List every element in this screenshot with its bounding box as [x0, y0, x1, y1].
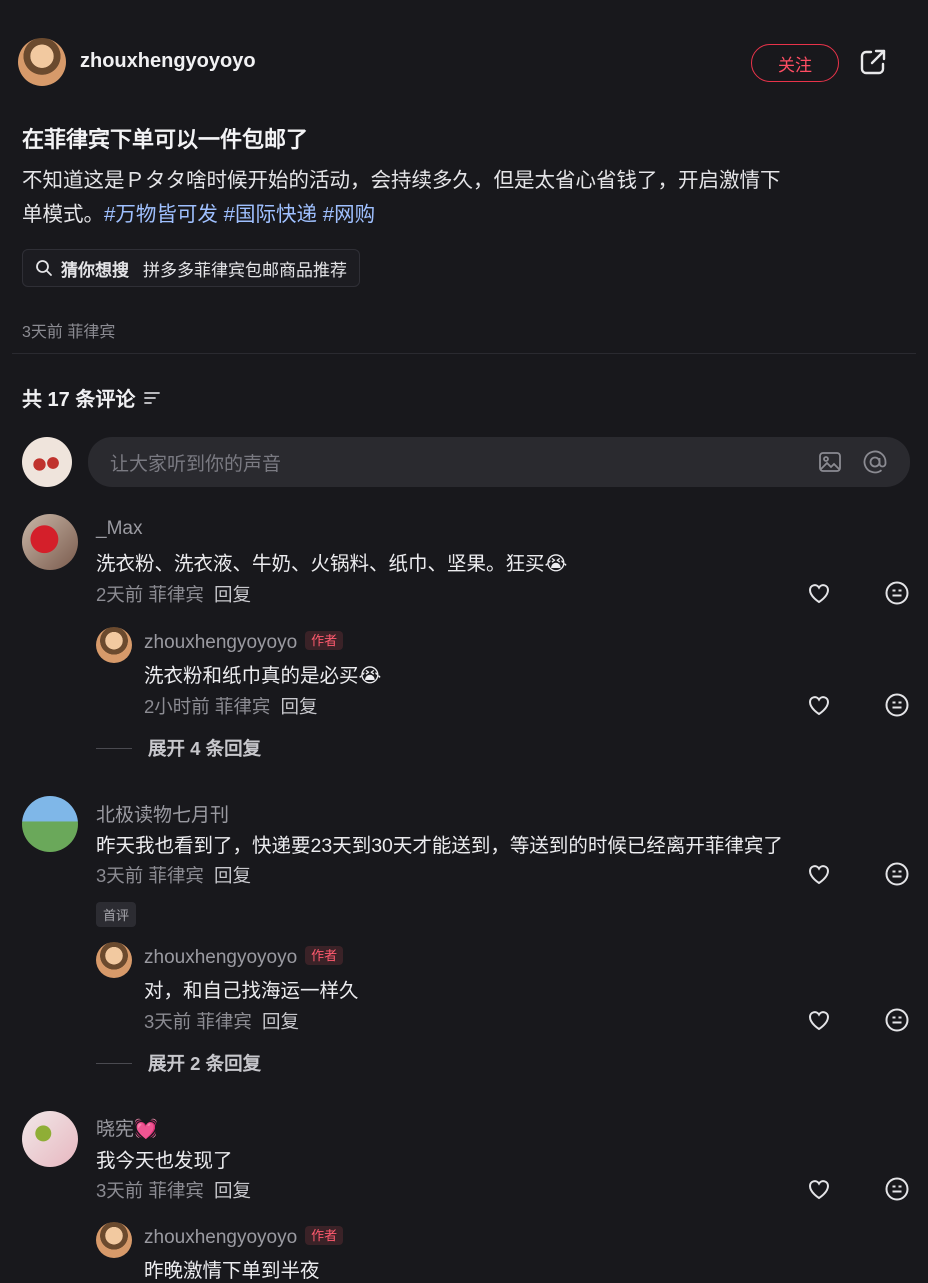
image-icon[interactable]: [818, 450, 842, 474]
commenter-name[interactable]: _Max: [96, 518, 142, 540]
hashtag[interactable]: #网购: [323, 203, 375, 226]
desc-line-2: 单模式。: [22, 203, 104, 226]
comment-time-location: 3天前 菲律宾: [96, 865, 204, 886]
suggestion-query: 拼多多菲律宾包邮商品推荐: [143, 260, 347, 280]
commenter-avatar[interactable]: [22, 796, 78, 852]
expand-replies[interactable]: 展开 2 条回复: [96, 1050, 261, 1076]
author-username[interactable]: zhouxhengyoyoyo: [80, 50, 256, 73]
reply-text: 洗衣粉和纸巾真的是必买😭: [144, 659, 381, 688]
divider: [12, 353, 916, 354]
comment-text-content: 洗衣粉、洗衣液、牛奶、火锅料、纸巾、坚果。狂买: [96, 553, 545, 575]
share-icon: [860, 49, 886, 75]
sort-icon[interactable]: [143, 390, 161, 406]
author-avatar[interactable]: [18, 38, 66, 86]
expand-replies-label: 展开 2 条回复: [148, 1053, 262, 1074]
emoji-reaction-icon[interactable]: [884, 1007, 910, 1033]
crying-emoji: 😭: [544, 553, 568, 575]
comment-text: 我今天也发现了: [96, 1150, 233, 1172]
post-title: 在菲律宾下单可以一件包邮了: [22, 127, 309, 152]
hashtag[interactable]: #万物皆可发: [104, 203, 218, 226]
suggestion-label: 猜你想搜: [61, 260, 129, 280]
author-badge: 作者: [305, 946, 344, 965]
comment-time-location: 2天前 菲律宾: [96, 584, 204, 605]
comment-meta: 3天前 菲律宾 回复: [96, 1177, 251, 1203]
reply-meta: 2小时前 菲律宾 回复: [144, 693, 317, 719]
like-icon[interactable]: [806, 1007, 832, 1033]
reply-author[interactable]: zhouxhengyoyoyo 作者: [144, 630, 344, 654]
comment-meta: 3天前 菲律宾 回复: [96, 862, 251, 888]
reply-button[interactable]: 回复: [214, 584, 251, 605]
commenter-name[interactable]: 晓宪💓: [96, 1114, 158, 1141]
crying-emoji: 😭: [358, 665, 382, 687]
mention-icon[interactable]: [862, 449, 888, 475]
reply-meta: 3天前 菲律宾 回复: [144, 1008, 299, 1034]
reply-avatar[interactable]: [96, 627, 132, 663]
author-badge: 作者: [305, 1226, 344, 1245]
reply-avatar[interactable]: [96, 942, 132, 978]
post-meta: 3天前 菲律宾: [22, 324, 116, 341]
reply-author[interactable]: zhouxhengyoyoyo 作者: [144, 1225, 344, 1249]
reply-avatar[interactable]: [96, 1222, 132, 1258]
reply-button[interactable]: 回复: [214, 1180, 251, 1201]
reply-author-name: zhouxhengyoyoyo: [144, 947, 298, 968]
reply-time-location: 2小时前 菲律宾: [144, 696, 271, 717]
commenter-avatar[interactable]: [22, 514, 78, 570]
reply-button[interactable]: 回复: [214, 865, 251, 886]
post-description: 不知道这是Ｐタタ啥时候开始的活动，会持续多久，但是太省心省钱了，开启激情下 单模…: [22, 164, 902, 232]
reply-author[interactable]: zhouxhengyoyoyo 作者: [144, 945, 344, 969]
expand-line: [96, 1062, 132, 1064]
comment-input-placeholder: 让大家听到你的声音: [110, 453, 282, 475]
desc-line-1: 不知道这是Ｐタタ啥时候开始的活动，会持续多久，但是太省心省钱了，开启激情下: [22, 169, 781, 192]
expand-line: [96, 747, 132, 749]
reply-time-location: 3天前 菲律宾: [144, 1011, 252, 1032]
reply-button[interactable]: 回复: [280, 696, 317, 717]
comment-input[interactable]: 让大家听到你的声音: [88, 437, 910, 487]
commenter-name-text: 晓宪: [96, 1119, 135, 1140]
comment-count[interactable]: 共 17 条评论: [22, 383, 161, 412]
reply-text: 昨晚激情下单到半夜: [144, 1260, 320, 1282]
expand-replies-label: 展开 4 条回复: [148, 738, 262, 759]
heart-emoji: 💓: [134, 1119, 158, 1140]
share-button[interactable]: [858, 47, 888, 82]
emoji-reaction-icon[interactable]: [884, 1176, 910, 1202]
reply-author-name: zhouxhengyoyoyo: [144, 632, 298, 653]
emoji-reaction-icon[interactable]: [884, 692, 910, 718]
search-icon: [36, 260, 52, 276]
commenter-name[interactable]: 北极读物七月刊: [96, 800, 229, 827]
comment-text: 洗衣粉、洗衣液、牛奶、火锅料、纸巾、坚果。狂买😭: [96, 547, 567, 576]
like-icon[interactable]: [806, 1176, 832, 1202]
comment-count-label: 共 17 条评论: [22, 389, 136, 411]
reply-text: 对，和自己找海运一样久: [144, 980, 359, 1002]
author-badge: 作者: [305, 631, 344, 650]
like-icon[interactable]: [806, 861, 832, 887]
reply-text-content: 洗衣粉和纸巾真的是必买: [144, 665, 359, 687]
like-icon[interactable]: [806, 692, 832, 718]
emoji-reaction-icon[interactable]: [884, 580, 910, 606]
reply-author-name: zhouxhengyoyoyo: [144, 1227, 298, 1248]
first-comment-badge: 首评: [96, 902, 137, 927]
comment-meta: 2天前 菲律宾 回复: [96, 581, 251, 607]
my-avatar: [22, 437, 72, 487]
expand-replies[interactable]: 展开 4 条回复: [96, 735, 261, 761]
comment-time-location: 3天前 菲律宾: [96, 1180, 204, 1201]
hashtag[interactable]: #国际快递: [224, 203, 317, 226]
commenter-avatar[interactable]: [22, 1111, 78, 1167]
emoji-reaction-icon[interactable]: [884, 861, 910, 887]
follow-button[interactable]: 关注: [751, 44, 839, 82]
comment-text: 昨天我也看到了，快递要23天到30天才能送到，等送到的时候已经离开菲律宾了: [96, 835, 783, 857]
like-icon[interactable]: [806, 580, 832, 606]
reply-button[interactable]: 回复: [262, 1011, 299, 1032]
search-suggestion[interactable]: 猜你想搜 拼多多菲律宾包邮商品推荐: [22, 249, 360, 287]
